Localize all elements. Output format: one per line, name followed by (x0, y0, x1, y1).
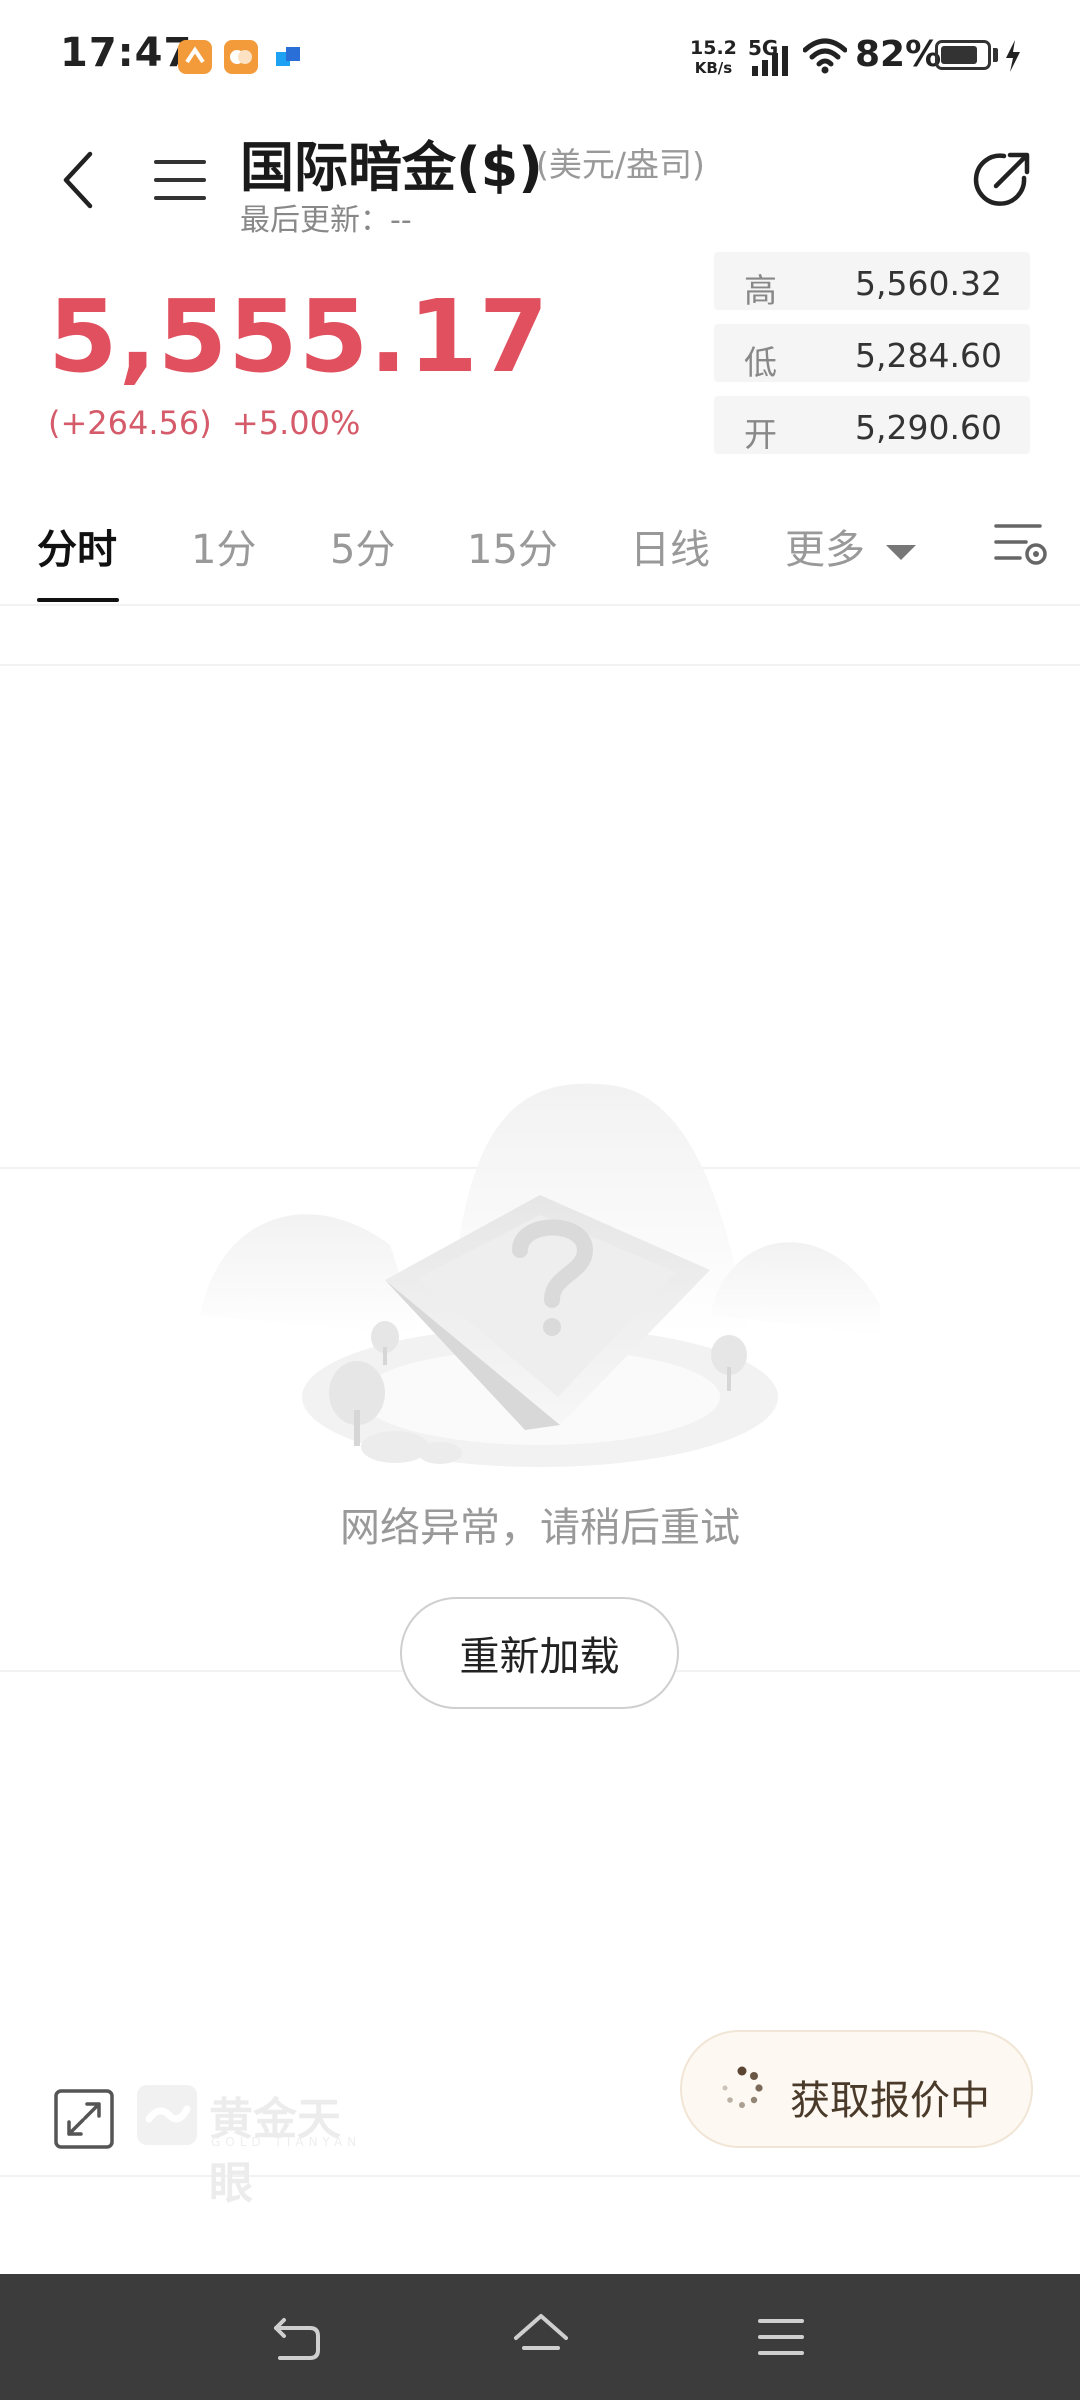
page-title: 国际暗金($) (240, 136, 543, 199)
battery-level (941, 46, 977, 64)
chart-settings-icon[interactable] (994, 520, 1048, 570)
tab-1min[interactable]: 1分 (191, 517, 256, 575)
tab-daily[interactable]: 日线 (630, 517, 710, 575)
stat-value: 5,284.60 (855, 336, 1002, 375)
back-arrow-icon[interactable] (58, 148, 98, 212)
notification-chat-icon (224, 40, 258, 74)
chart-gridline (0, 664, 1080, 666)
stat-value: 5,560.32 (855, 264, 1002, 303)
price-change: (+264.56) +5.00% (48, 404, 360, 442)
recents-menu-icon[interactable] (756, 2316, 806, 2358)
notification-blue-app-icon (274, 44, 302, 70)
stat-label: 开 (744, 415, 777, 454)
network-speed: 15.2 KB/s (690, 37, 737, 77)
error-message: 网络异常，请稍后重试 (340, 1505, 740, 1551)
stat-low: 低 5,284.60 (714, 324, 1030, 382)
caret-down-icon (885, 545, 916, 560)
last-updated: 最后更新：-- (240, 203, 412, 238)
reload-button[interactable]: 重新加载 (400, 1597, 679, 1709)
brand-logo-icon (137, 2085, 197, 2145)
status-bar: 17:47 15.2 KB/s 5G 82% (0, 0, 1080, 110)
stat-label: 高 (744, 271, 777, 310)
current-price: 5,555.17 (48, 278, 550, 395)
tab-5min[interactable]: 5分 (330, 517, 395, 575)
tab-15min[interactable]: 15分 (467, 517, 558, 575)
stat-label: 低 (744, 343, 777, 382)
active-tab-indicator (37, 598, 119, 602)
back-icon[interactable] (270, 2314, 324, 2362)
network-error-illustration (190, 1075, 890, 1475)
brand-watermark: 黄金天眼 GOLD TIANYAN (137, 2083, 377, 2209)
stat-open: 开 5,290.60 (714, 396, 1030, 454)
price-change-amount: (+264.56) (48, 404, 212, 442)
stat-value: 5,290.60 (855, 408, 1002, 447)
share-icon[interactable] (972, 148, 1034, 210)
battery-percent: 82% (855, 34, 942, 75)
battery-icon (935, 40, 991, 70)
quote-status-pill[interactable]: 获取报价中 (680, 2030, 1033, 2148)
tab-intraday[interactable]: 分时 (37, 517, 117, 575)
system-nav-bar (0, 2274, 1080, 2400)
notification-app-icon (178, 40, 212, 74)
stat-high: 高 5,560.32 (714, 252, 1030, 310)
tab-more-label: 更多 (785, 527, 865, 573)
tab-more[interactable]: 更多 (785, 517, 918, 575)
wifi-icon (802, 38, 848, 78)
clock: 17:47 (60, 30, 193, 76)
price-unit: (美元/盎司) (536, 145, 705, 184)
charging-icon (1004, 40, 1022, 76)
tab-divider (0, 604, 1080, 606)
chart-gridline (0, 2175, 1080, 2177)
loading-spinner-icon (720, 2066, 764, 2110)
cell-signal-icon (752, 46, 794, 80)
expand-icon[interactable] (53, 2088, 115, 2150)
menu-icon[interactable] (154, 158, 206, 202)
battery-tip (993, 48, 998, 62)
home-icon[interactable] (512, 2312, 570, 2362)
quote-status-text: 获取报价中 (790, 2078, 990, 2124)
price-change-percent: +5.00% (231, 404, 361, 442)
brand-name-en: GOLD TIANYAN (211, 2135, 362, 2149)
